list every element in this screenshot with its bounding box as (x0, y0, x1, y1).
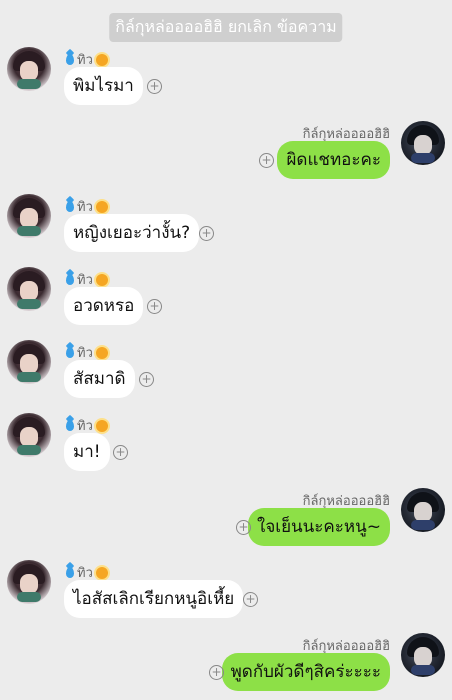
message-bubble[interactable]: พูดกับผัวดีๆสิคร่ะะะะ (221, 653, 390, 691)
add-reaction-icon[interactable]: + (259, 153, 274, 168)
sun-icon (95, 273, 108, 286)
avatar[interactable] (7, 413, 51, 457)
avatar[interactable] (7, 340, 51, 384)
water-drop-icon (66, 274, 74, 285)
add-reaction-icon[interactable]: + (199, 226, 214, 241)
avatar[interactable] (401, 633, 445, 677)
avatar[interactable] (7, 560, 51, 604)
sun-icon (95, 566, 108, 579)
water-drop-icon (66, 201, 74, 212)
avatar[interactable] (7, 267, 51, 311)
avatar[interactable] (7, 47, 51, 91)
message-bubble[interactable]: ใจเย็นนะคะหนู~ (248, 508, 390, 546)
message-bubble[interactable]: มา! (64, 433, 110, 471)
message-bubble[interactable]: ไอสัสเลิกเรียกหนูอิเหี้ย (64, 580, 244, 618)
water-drop-icon (66, 347, 74, 358)
add-reaction-icon[interactable]: + (139, 372, 154, 387)
water-drop-icon (66, 567, 74, 578)
add-reaction-icon[interactable]: + (243, 592, 258, 607)
sun-icon (95, 419, 108, 432)
add-reaction-icon[interactable]: + (236, 520, 251, 535)
add-reaction-icon[interactable]: + (147, 299, 162, 314)
message-bubble[interactable]: ผิดแชทอะคะ (277, 141, 390, 179)
add-reaction-icon[interactable]: + (209, 665, 224, 680)
sun-icon (95, 346, 108, 359)
water-drop-icon (66, 54, 74, 65)
avatar[interactable] (401, 488, 445, 532)
message-bubble[interactable]: หญิงเยอะว่างั้น? (64, 214, 200, 252)
sun-icon (95, 53, 108, 66)
message-bubble[interactable]: อวดหรอ (64, 287, 144, 325)
message-bubble[interactable]: สัสมาดิ (64, 360, 135, 398)
sun-icon (95, 200, 108, 213)
add-reaction-icon[interactable]: + (147, 79, 162, 94)
water-drop-icon (66, 420, 74, 431)
add-reaction-icon[interactable]: + (113, 445, 128, 460)
system-notice: กิล์กุหล่ออออฮิฮิ ยกเลิก ข้อความ (109, 13, 343, 42)
avatar[interactable] (401, 121, 445, 165)
message-bubble[interactable]: พิมไรมา (64, 67, 143, 105)
avatar[interactable] (7, 194, 51, 238)
